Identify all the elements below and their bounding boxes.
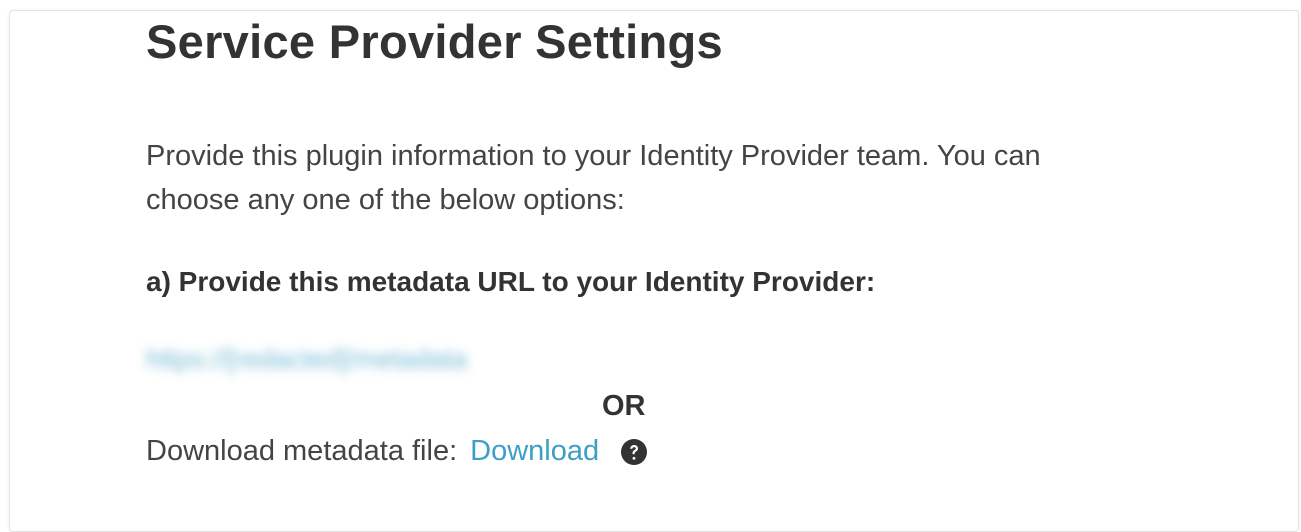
download-link[interactable]: Download	[470, 435, 599, 468]
intro-text: Provide this plugin information to your …	[146, 140, 1041, 216]
page-title: Service Provider Settings	[146, 15, 723, 68]
metadata-url-link[interactable]: https://[redacted]/metadata	[146, 344, 467, 375]
download-label: Download metadata file:	[146, 435, 458, 467]
question-circle-icon[interactable]	[619, 437, 649, 467]
option-a-label: a) Provide this metadata URL to your Ide…	[146, 266, 876, 297]
question-circle-svg	[621, 438, 648, 465]
or-separator: OR	[602, 390, 646, 422]
download-row: Download metadata file: Download	[146, 435, 649, 468]
